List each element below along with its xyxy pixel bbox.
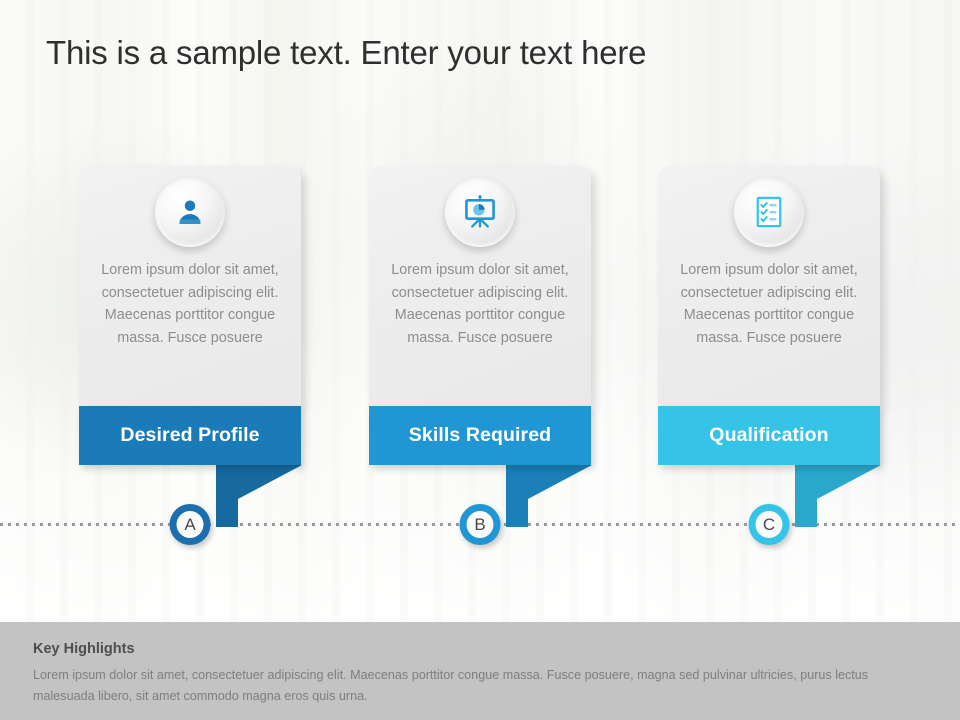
badge-letter: B: [466, 511, 494, 538]
ribbon-tail-flap: [528, 465, 592, 499]
card-body: Lorem ipsum dolor sit amet, consectetuer…: [658, 166, 880, 406]
ribbon-tail-flap: [238, 465, 302, 499]
footer-title: Key Highlights: [33, 641, 135, 657]
card-icon-wrapper: [734, 177, 804, 247]
card-skills-required[interactable]: Lorem ipsum dolor sit amet, consectetuer…: [369, 166, 592, 527]
badge-letter: C: [755, 511, 783, 538]
card-icon-wrapper: [445, 177, 515, 247]
card-label[interactable]: Qualification: [658, 406, 880, 465]
badge-letter: A: [176, 511, 204, 538]
timeline-badge-a[interactable]: A: [169, 504, 211, 545]
slide-canvas: This is a sample text. Enter your text h…: [0, 0, 960, 720]
footer-text: Lorem ipsum dolor sit amet, consectetuer…: [33, 668, 869, 703]
ribbon-tail-stub: [216, 465, 238, 527]
card-label[interactable]: Skills Required: [369, 406, 591, 465]
timeline-badge-b[interactable]: B: [459, 504, 501, 545]
card-desired-profile[interactable]: Lorem ipsum dolor sit amet, consectetuer…: [79, 166, 302, 527]
card-icon-wrapper: [155, 177, 225, 247]
person-icon: [155, 177, 225, 247]
card-label[interactable]: Desired Profile: [79, 406, 301, 465]
ribbon-tail-flap: [817, 465, 881, 499]
timeline-badge-c[interactable]: C: [748, 504, 790, 545]
card-body: Lorem ipsum dolor sit amet, consectetuer…: [369, 166, 591, 406]
card-body-text: Lorem ipsum dolor sit amet, consectetuer…: [391, 262, 569, 346]
presentation-chart-icon: [445, 177, 515, 247]
ribbon-tail-stub: [795, 465, 817, 527]
key-highlights-footer: Key Highlights Lorem ipsum dolor sit ame…: [0, 622, 960, 720]
card-qualification[interactable]: Lorem ipsum dolor sit amet, consectetuer…: [658, 166, 881, 527]
card-body-text: Lorem ipsum dolor sit amet, consectetuer…: [680, 262, 858, 346]
checklist-icon: [734, 177, 804, 247]
page-title: This is a sample text. Enter your text h…: [46, 34, 647, 71]
card-body-text: Lorem ipsum dolor sit amet, consectetuer…: [101, 262, 279, 346]
card-body: Lorem ipsum dolor sit amet, consectetuer…: [79, 166, 301, 406]
ribbon-tail-stub: [506, 465, 528, 527]
